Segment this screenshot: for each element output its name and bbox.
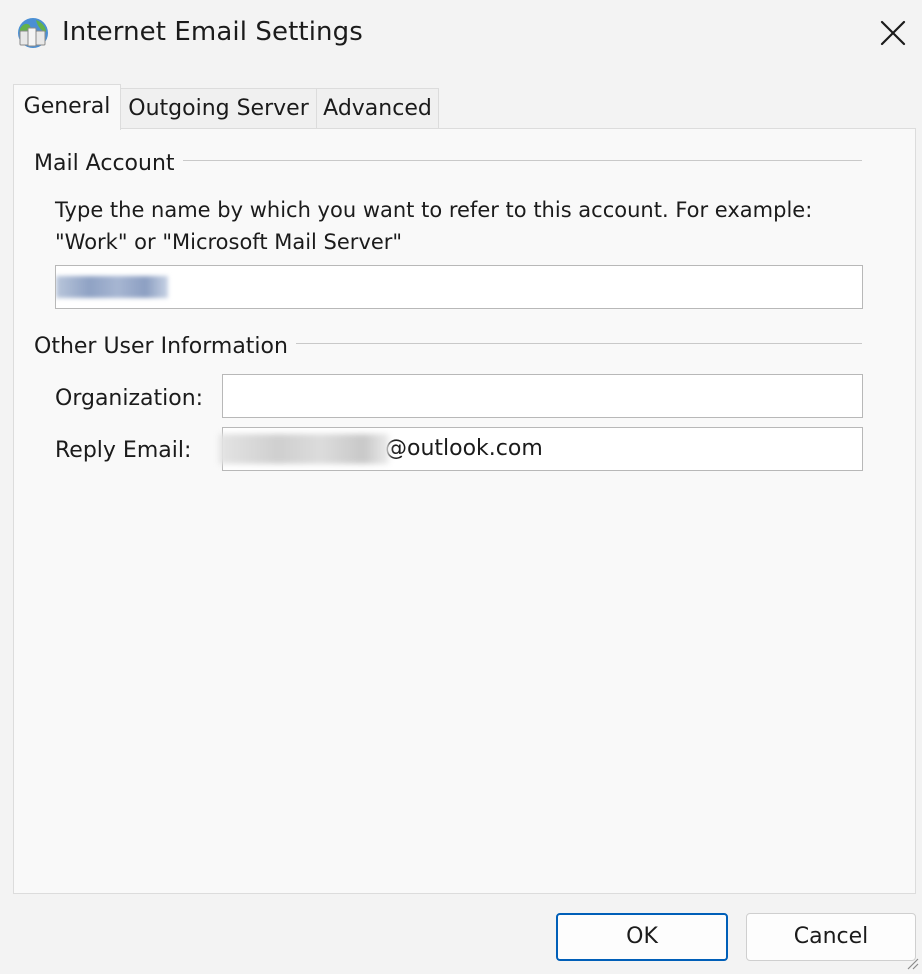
redacted-email-username [219,434,389,464]
close-icon [880,20,906,46]
account-name-input[interactable] [55,265,863,309]
mail-account-divider [174,160,862,161]
tab-advanced[interactable]: Advanced [317,88,439,128]
organization-label: Organization: [55,386,204,411]
general-tab-panel: Mail Account Type the name by which you … [13,128,916,894]
mail-account-description-line2: "Work" or "Microsoft Mail Server" [55,230,403,254]
redacted-account-name [56,276,168,298]
cancel-button[interactable]: Cancel [746,913,916,961]
resize-grip-icon[interactable] [905,955,919,970]
title-bar: Internet Email Settings [0,0,922,66]
internet-email-settings-dialog: Internet Email Settings General Outgoing… [0,0,922,972]
outlook-globe-icon [16,16,50,50]
ok-button[interactable]: OK [556,913,728,961]
reply-email-label: Reply Email: [55,438,192,463]
tab-general[interactable]: General [13,84,121,130]
close-button[interactable] [866,10,918,56]
window-title: Internet Email Settings [62,17,363,47]
tab-outgoing-server[interactable]: Outgoing Server [121,88,317,128]
other-user-info-group-title: Other User Information [34,332,296,362]
mail-account-description-line1: Type the name by which you want to refer… [55,198,813,222]
mail-account-group-title: Mail Account [34,149,183,179]
reply-email-domain: @outlook.com [385,436,543,461]
other-user-info-divider [286,343,862,344]
reply-email-input[interactable]: @outlook.com [219,427,863,471]
organization-input[interactable] [222,374,863,418]
